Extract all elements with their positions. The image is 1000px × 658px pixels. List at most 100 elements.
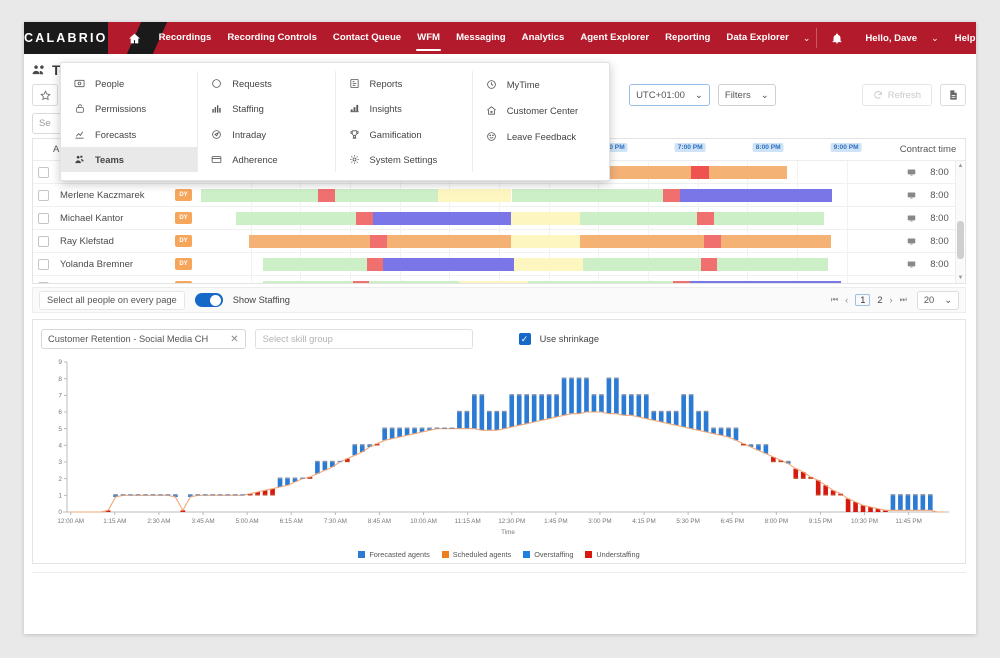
prev-page-button[interactable]: ‹ — [845, 295, 848, 305]
schedule-segment[interactable] — [528, 280, 673, 283]
menu-item-permissions[interactable]: Permissions — [61, 96, 197, 121]
page-button-1[interactable]: 1 — [855, 294, 871, 306]
schedule-segment[interactable] — [372, 211, 511, 225]
schedule-segment[interactable] — [690, 165, 709, 179]
overstaffing-bar[interactable] — [666, 412, 672, 424]
schedule-segment[interactable] — [697, 211, 714, 225]
legend-item[interactable]: Scheduled agents — [441, 550, 511, 559]
overstaffing-bar[interactable] — [472, 395, 477, 429]
overstaffing-bar[interactable] — [382, 428, 387, 441]
schedule-segment[interactable] — [370, 234, 387, 248]
schedule-segment[interactable] — [438, 188, 511, 202]
show-staffing-toggle[interactable] — [194, 293, 223, 307]
nav-item-wfm[interactable]: WFM — [409, 22, 448, 54]
overstaffing-bar[interactable] — [516, 395, 522, 426]
row-checkbox[interactable] — [38, 212, 49, 224]
overstaffing-bar[interactable] — [658, 412, 664, 422]
overstaffing-bar[interactable] — [636, 395, 642, 417]
schedule-segment[interactable] — [663, 188, 680, 202]
overstaffing-bar[interactable] — [277, 478, 283, 487]
close-icon[interactable]: ✕ — [230, 334, 238, 345]
star-icon[interactable] — [32, 84, 58, 106]
user-menu-chevron-down-icon[interactable]: ⌄ — [925, 22, 945, 54]
schedule-segment[interactable] — [704, 234, 721, 248]
first-page-button[interactable]: ⏮ — [831, 295, 838, 305]
schedule-segment[interactable] — [511, 188, 664, 202]
table-row[interactable]: Merlene Kaczmarek DY 8:00 — [33, 183, 965, 207]
overstaffing-bar[interactable] — [524, 395, 530, 424]
overstaffing-bar[interactable] — [927, 495, 933, 511]
schedule-segment[interactable] — [717, 257, 828, 271]
menu-item-requests[interactable]: Requests — [198, 71, 334, 96]
schedule-segment[interactable] — [263, 257, 367, 271]
overstaffing-bar[interactable] — [920, 495, 926, 511]
filters-select[interactable]: Filters ⌄ — [717, 84, 776, 106]
row-checkbox[interactable] — [38, 166, 49, 178]
menu-item-gamification[interactable]: Gamification — [336, 122, 472, 147]
menu-item-customer-center[interactable]: Customer Center — [473, 97, 609, 123]
schedule-segment[interactable] — [201, 188, 319, 202]
schedule-segment[interactable] — [352, 280, 370, 283]
overstaffing-bar[interactable] — [718, 428, 724, 436]
use-shrinkage-checkbox[interactable]: ✓ — [518, 333, 531, 345]
overstaffing-bar[interactable] — [673, 412, 679, 426]
overstaffing-bar[interactable] — [546, 395, 552, 419]
row-checkbox[interactable] — [38, 189, 49, 201]
overstaffing-bar[interactable] — [554, 395, 559, 417]
overstaffing-bar[interactable] — [643, 395, 649, 419]
select-all-people-button[interactable]: Select all people on every page — [39, 290, 185, 310]
last-page-button[interactable]: ⏭ — [900, 295, 907, 305]
scrollbar-thumb[interactable] — [957, 221, 964, 259]
schedule-segment[interactable] — [635, 165, 788, 179]
overstaffing-bar[interactable] — [681, 395, 686, 427]
schedule-segment[interactable] — [318, 188, 335, 202]
schedule-segment[interactable] — [672, 280, 690, 283]
schedule-segment[interactable] — [583, 257, 701, 271]
table-row[interactable]: Yolanda Bremner DY 8:00 — [33, 252, 965, 276]
overstaffing-bar[interactable] — [696, 412, 701, 431]
nav-item-agent-explorer[interactable]: Agent Explorer — [572, 22, 657, 54]
schedule-segment[interactable] — [356, 211, 373, 225]
menu-item-forecasts[interactable]: Forecasts — [61, 122, 197, 147]
overstaffing-bar[interactable] — [397, 428, 402, 437]
overstaffing-bar[interactable] — [539, 395, 544, 421]
legend-item[interactable]: Understaffing — [585, 550, 640, 559]
schedule-segment[interactable] — [514, 257, 584, 271]
schedule-segment[interactable] — [679, 188, 832, 202]
schedule-segment[interactable] — [263, 280, 353, 283]
schedule-segment[interactable] — [713, 211, 825, 225]
schedule-segment[interactable] — [720, 234, 831, 248]
legend-item[interactable]: Forecasted agents — [358, 550, 430, 559]
nav-overflow-chevron-down-icon[interactable]: ⌄ — [797, 22, 817, 54]
home-icon[interactable] — [126, 32, 151, 45]
table-row[interactable]: Ray Klefstad DY 8:00 — [33, 229, 965, 253]
menu-item-staffing[interactable]: Staffing — [198, 96, 334, 121]
nav-item-recordings[interactable]: Recordings — [151, 22, 220, 54]
overstaffing-bar[interactable] — [726, 428, 731, 437]
overstaffing-bar[interactable] — [509, 395, 515, 427]
overstaffing-bar[interactable] — [688, 395, 694, 429]
row-checkbox[interactable] — [38, 235, 49, 247]
schedule-segment[interactable] — [689, 280, 842, 283]
overstaffing-bar[interactable] — [703, 412, 709, 432]
overstaffing-bar[interactable] — [494, 412, 500, 431]
overstaffing-bar[interactable] — [905, 495, 911, 511]
menu-item-reports[interactable]: Reports — [336, 71, 472, 96]
schedule-segment[interactable] — [334, 188, 439, 202]
menu-item-adherence[interactable]: Adherence — [198, 147, 334, 172]
overstaffing-bar[interactable] — [621, 395, 627, 416]
schedule-segment[interactable] — [383, 257, 515, 271]
row-checkbox[interactable] — [38, 258, 49, 270]
schedule-timeline[interactable] — [201, 206, 891, 230]
understaffing-bar[interactable] — [860, 505, 866, 512]
overstaffing-bar[interactable] — [457, 412, 462, 429]
export-icon[interactable] — [940, 84, 966, 106]
table-row[interactable]: Michael Kantor DY 8:00 — [33, 206, 965, 230]
page-button-2[interactable]: 2 — [877, 295, 882, 305]
nav-item-reporting[interactable]: Reporting — [657, 22, 718, 54]
menu-item-insights[interactable]: Insights — [336, 96, 472, 121]
overstaffing-bar[interactable] — [561, 378, 567, 416]
overstaffing-bar[interactable] — [486, 412, 492, 431]
overstaffing-bar[interactable] — [890, 495, 896, 511]
schedule-segment[interactable] — [459, 280, 529, 283]
